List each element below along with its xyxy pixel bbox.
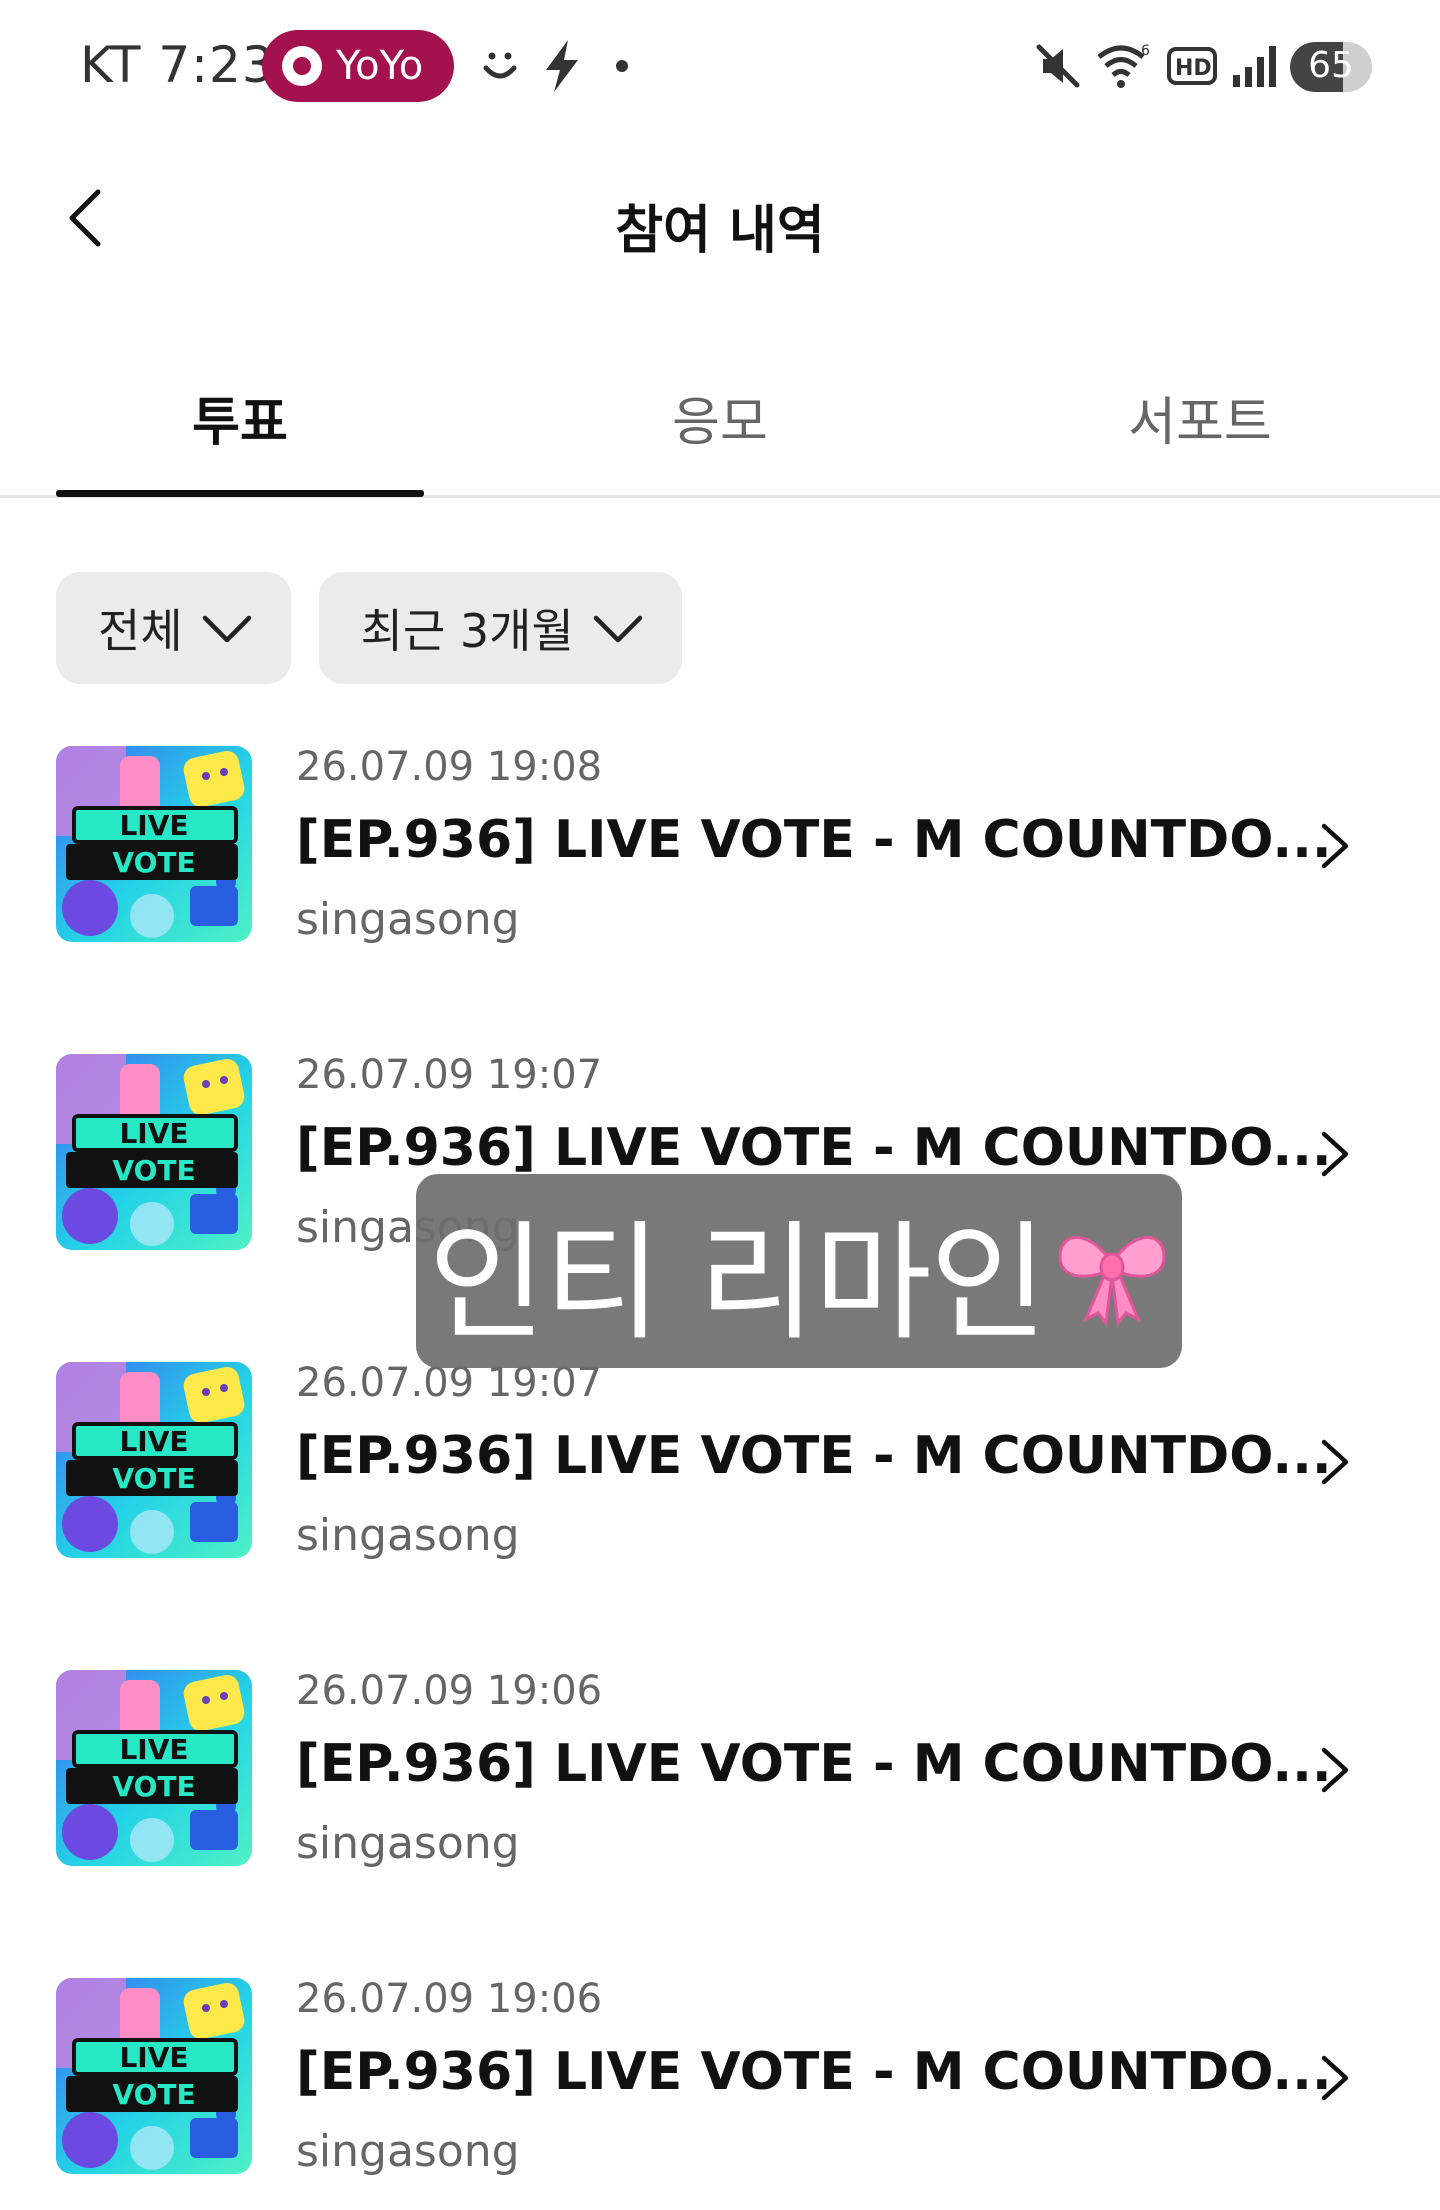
item-date: 26.07.09 19:06 <box>296 1668 603 1714</box>
ribbon-bow-icon <box>1057 1236 1166 1327</box>
thumbnail-vote-text: VOTE <box>112 2078 195 2111</box>
tab-support[interactable]: 서포트 <box>1016 366 1384 498</box>
chevron-right-icon <box>1321 823 1349 869</box>
carrier-label: KT <box>80 36 142 94</box>
item-subtitle: singasong <box>296 894 520 945</box>
signal-icon <box>1228 36 1282 96</box>
thumbnail-live-text: LIVE <box>119 2041 188 2074</box>
tab-vote[interactable]: 투표 <box>56 366 424 498</box>
yoyo-icon <box>282 46 322 86</box>
active-tab-indicator <box>56 490 424 497</box>
item-title: [EP.936] LIVE VOTE - M COUNTDO... <box>296 810 1332 870</box>
tab-support-label: 서포트 <box>1128 393 1272 453</box>
tab-bar: 투표 응모 서포트 <box>0 366 1440 498</box>
category-filter-label: 전체 <box>98 604 183 658</box>
yoyo-pill[interactable]: YoYo <box>262 30 454 102</box>
clock-label: 7:23 <box>158 36 275 94</box>
category-filter-dropdown[interactable]: 전체 <box>56 572 291 684</box>
item-subtitle: singasong <box>296 1818 520 1869</box>
thumbnail-vote-text: VOTE <box>112 1770 195 1803</box>
item-title: [EP.936] LIVE VOTE - M COUNTDO... <box>296 1426 1332 1486</box>
thumbnail-live-text: LIVE <box>119 1733 188 1766</box>
thumbnail-vote-text: VOTE <box>112 1154 195 1187</box>
wifi-icon: 6 <box>1094 36 1154 96</box>
chevron-right-icon <box>1321 1131 1349 1177</box>
tab-entry-label: 응모 <box>672 393 768 453</box>
live-vote-thumbnail: LIVE VOTE <box>56 1670 252 1866</box>
filter-bar: 전체 최근 3개월 <box>56 572 682 684</box>
chevron-down-icon <box>202 615 251 643</box>
thumbnail-vote-text: VOTE <box>112 1462 195 1495</box>
live-vote-thumbnail: LIVE VOTE <box>56 746 252 942</box>
page-title: 참여 내역 <box>615 201 825 261</box>
thumbnail-live-text: LIVE <box>119 1425 188 1458</box>
item-title: [EP.936] LIVE VOTE - M COUNTDO... <box>296 2042 1332 2102</box>
thumbnail-live-text: LIVE <box>119 1117 188 1150</box>
live-vote-thumbnail: LIVE VOTE <box>56 1362 252 1558</box>
bolt-icon <box>536 36 588 96</box>
tab-vote-label: 투표 <box>192 393 288 453</box>
yoyo-label: YoYo <box>336 43 424 89</box>
item-subtitle: singasong <box>296 2126 520 2177</box>
live-vote-thumbnail: LIVE VOTE <box>56 1978 252 2174</box>
item-subtitle: singasong <box>296 1510 520 1561</box>
list-item[interactable]: LIVE VOTE 26.07.09 19:06 [EP.936] LIVE V… <box>0 1974 1440 2184</box>
period-filter-dropdown[interactable]: 최근 3개월 <box>318 572 682 684</box>
list-item[interactable]: LIVE VOTE 26.07.09 19:06 [EP.936] LIVE V… <box>0 1666 1440 1876</box>
period-filter-label: 최근 3개월 <box>360 604 574 658</box>
chevron-down-icon <box>593 615 643 643</box>
hd-icon: HD <box>1164 36 1220 96</box>
item-date: 26.07.09 19:08 <box>296 744 603 790</box>
item-date: 26.07.09 19:06 <box>296 1976 603 2022</box>
battery-icon: 65 <box>1290 42 1372 92</box>
status-carrier-time: KT 7:23 <box>80 36 275 94</box>
item-title: [EP.936] LIVE VOTE - M COUNTDO... <box>296 1734 1332 1794</box>
text-sticker-overlay: 인티 리마인 <box>416 1174 1182 1368</box>
tab-entry[interactable]: 응모 <box>536 366 904 498</box>
status-bar: KT 7:23 YoYo 6 HD 65 <box>0 0 1440 136</box>
chevron-right-icon <box>1321 1747 1349 1793</box>
thumbnail-vote-text: VOTE <box>112 846 195 879</box>
battery-level: 65 <box>1308 45 1354 86</box>
app-header: 참여 내역 <box>0 136 1440 316</box>
list-item[interactable]: LIVE VOTE 26.07.09 19:07 [EP.936] LIVE V… <box>0 1358 1440 1568</box>
svg-text:6: 6 <box>1141 43 1150 59</box>
list-item[interactable]: LIVE VOTE 26.07.09 19:08 [EP.936] LIVE V… <box>0 742 1440 952</box>
chevron-right-icon <box>1321 1439 1349 1485</box>
dot-icon <box>610 36 634 96</box>
smiley-icon <box>474 36 526 96</box>
mute-icon <box>1030 36 1086 96</box>
sticker-text: 인티 리마인 <box>428 1208 1047 1358</box>
chevron-right-icon <box>1321 2055 1349 2101</box>
live-vote-thumbnail: LIVE VOTE <box>56 1054 252 1250</box>
thumbnail-live-text: LIVE <box>119 809 188 842</box>
svg-text:HD: HD <box>1175 56 1212 81</box>
item-date: 26.07.09 19:07 <box>296 1052 603 1098</box>
item-title: [EP.936] LIVE VOTE - M COUNTDO... <box>296 1118 1332 1178</box>
